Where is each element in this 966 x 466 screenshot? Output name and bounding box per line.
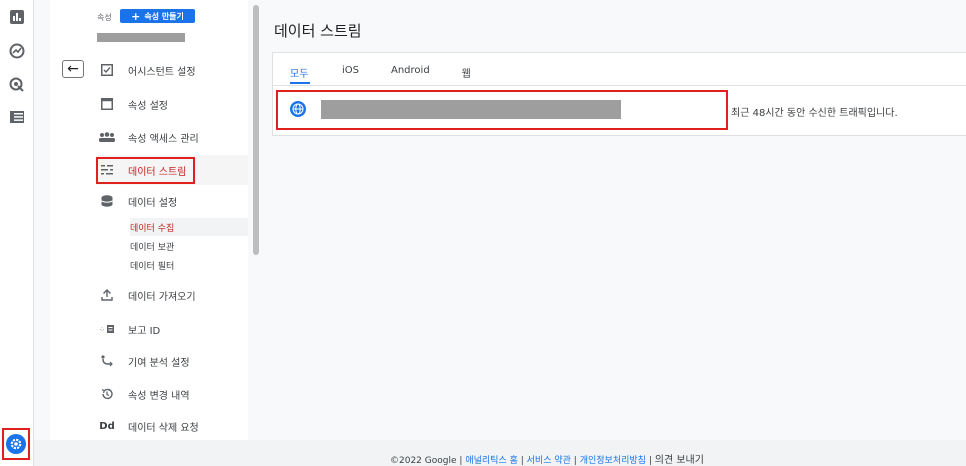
database-icon [97,193,117,209]
history-icon [97,386,117,402]
reporting-id-icon: ⁘ [97,321,117,337]
plus-icon: + [131,9,141,23]
nav-label: 보고 ID [128,325,161,337]
sub-item-label: 데이터 필터 [130,261,175,272]
sub-item-label: 데이터 수집 [130,223,175,234]
nav-label: 기여 분석 설정 [128,357,190,369]
advertising-icon[interactable] [8,76,26,94]
tab-label: Android [391,65,430,76]
nav-label: 데이터 삭제 요청 [128,422,199,434]
nav-attribution-settings[interactable]: 기여 분석 설정 [97,346,248,376]
create-property-label: 속성 만들기 [144,11,184,21]
nav-property-access[interactable]: 속성 액세스 관리 [97,122,248,152]
people-icon [97,129,117,145]
stream-tabs: 모두 iOS Android 웹 [280,62,471,84]
gear-icon [6,434,26,454]
property-label: 속성 [97,13,112,22]
attribution-icon [97,353,117,369]
footer-separator: | [648,456,652,466]
nav-property-change-history[interactable]: 속성 변경 내역 [97,379,248,409]
nav-label: 속성 변경 내역 [128,390,190,402]
sub-item-data-collection[interactable]: 데이터 수집 [130,218,248,236]
sub-item-data-filters[interactable]: 데이터 필터 [130,256,248,274]
nav-label: 데이터 가져오기 [128,291,196,303]
stream-row-highlight[interactable] [276,90,728,130]
tab-ios[interactable]: iOS [342,62,359,84]
nav-setup-assistant[interactable]: 어시스턴트 설정 [97,55,248,85]
footer-separator: | [573,456,577,466]
property-selector-redacted[interactable] [97,33,185,42]
nav-data-import[interactable]: 데이터 가져오기 [97,280,248,310]
nav-reporting-id[interactable]: ⁘ 보고 ID [97,314,248,344]
explore-icon[interactable] [8,42,26,60]
nav-data-deletion-requests[interactable]: Dd 데이터 삭제 요청 [97,411,248,441]
nav-label: 어시스턴트 설정 [128,66,196,78]
nav-label: 데이터 설정 [128,197,178,209]
footer-feedback-link[interactable]: 의견 보내기 [655,455,704,466]
footer-separator: | [459,456,463,466]
nav-label: 속성 설정 [128,100,168,112]
nav-data-settings[interactable]: 데이터 설정 [97,186,248,216]
streams-icon [97,162,117,178]
footer-link-analytics-home[interactable]: 애널리틱스 홈 [465,456,518,466]
footer: ©2022 Google | 애널리틱스 홈 | 서비스 약관 | 개인정보처리… [390,451,704,466]
upload-icon [97,287,117,303]
nav-property-settings[interactable]: 속성 설정 [97,89,248,119]
tab-web[interactable]: 웹 [462,62,471,84]
stream-traffic-status: 최근 48시간 동안 수신한 트래픽입니다. [731,108,898,119]
nav-label: 데이터 스트림 [128,166,187,178]
footer-copyright: ©2022 Google [390,456,457,466]
back-arrow-icon[interactable]: ← [62,60,84,78]
nav-data-streams[interactable]: 데이터 스트림 [97,155,248,185]
sub-item-label: 데이터 보관 [130,242,175,253]
tab-label: 모두 [290,69,309,80]
window-icon [97,96,117,112]
bar-chart-icon[interactable] [8,8,26,26]
tab-label: 웹 [461,69,471,80]
tab-label: iOS [342,65,359,76]
footer-separator: | [520,456,524,466]
list-icon[interactable] [8,108,26,126]
tab-all[interactable]: 모두 [290,62,310,84]
sub-item-data-retention[interactable]: 데이터 보관 [130,237,248,255]
dd-icon: Dd [99,420,115,432]
tab-android[interactable]: Android [391,62,430,84]
scrollbar[interactable] [253,5,259,255]
footer-link-privacy[interactable]: 개인정보처리방침 [580,456,646,466]
left-rail [0,0,34,466]
checklist-icon [97,62,117,78]
page-title: 데이터 스트림 [274,22,362,40]
svg-text:⁘: ⁘ [99,326,105,334]
tab-divider [272,85,966,86]
nav-label: 속성 액세스 관리 [128,133,199,145]
footer-link-terms[interactable]: 서비스 약관 [527,456,571,466]
create-property-button[interactable]: + 속성 만들기 [120,9,195,23]
admin-settings-button[interactable] [2,428,30,460]
